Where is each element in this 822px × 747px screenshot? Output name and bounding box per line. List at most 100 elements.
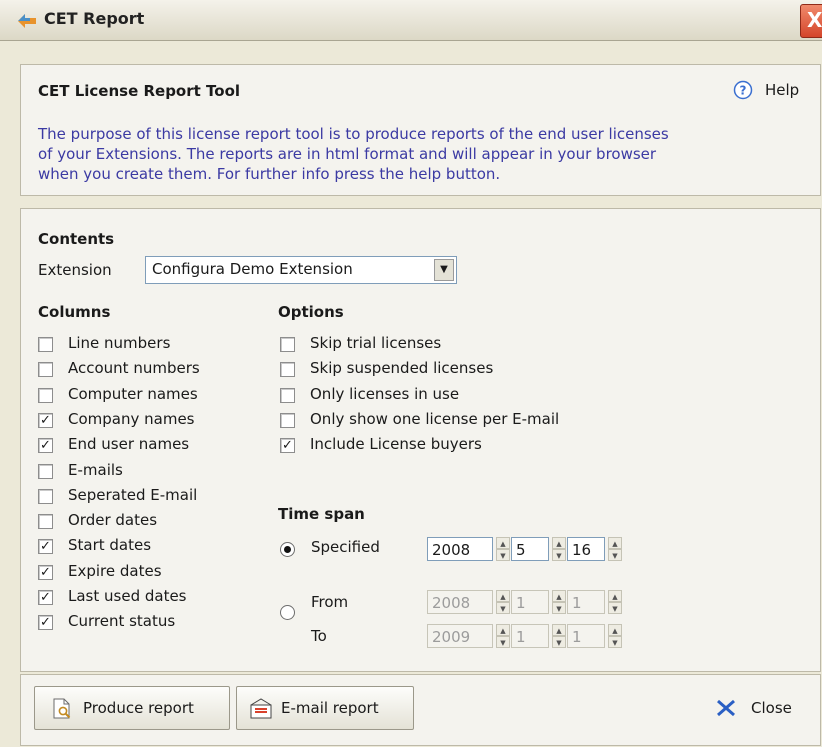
specified-day-spinner[interactable]: ▲ ▼ [608, 537, 622, 561]
column-option-label: Account numbers [68, 359, 200, 378]
svg-text:?: ? [740, 84, 747, 98]
column-option-label: Order dates [68, 511, 158, 530]
column-option-checkbox[interactable] [38, 387, 53, 403]
column-option-checkbox[interactable] [38, 514, 53, 530]
specified-month-field[interactable]: 5 [511, 537, 549, 561]
report-option-checkbox[interactable]: ✓ [280, 438, 295, 454]
email-icon [250, 698, 272, 719]
report-option-checkbox[interactable] [280, 337, 295, 352]
spin-up-icon[interactable]: ▲ [608, 590, 622, 602]
spin-down-icon[interactable]: ▼ [496, 636, 510, 648]
from-day-spinner[interactable]: ▲ ▼ [608, 590, 622, 614]
spin-down-icon[interactable]: ▼ [608, 636, 622, 648]
column-option-checkbox[interactable]: ✓ [38, 539, 53, 555]
spin-down-icon[interactable]: ▼ [552, 636, 566, 648]
title-bar[interactable]: CET Report X [0, 0, 822, 41]
column-option-checkbox[interactable]: ✓ [38, 438, 53, 454]
column-option-label: End user names [68, 435, 190, 454]
spin-up-icon[interactable]: ▲ [608, 537, 622, 549]
spin-down-icon[interactable]: ▼ [608, 602, 622, 614]
report-option-checkbox[interactable] [280, 387, 295, 403]
spin-up-icon[interactable]: ▲ [552, 624, 566, 636]
to-day-field[interactable]: 1 [567, 624, 605, 648]
column-option-label: Line numbers [68, 334, 171, 352]
column-option-label: Company names [68, 409, 195, 428]
from-label: From [311, 593, 349, 611]
specified-year-spinner[interactable]: ▲ ▼ [496, 537, 510, 561]
document-search-icon [53, 698, 71, 719]
spin-up-icon[interactable]: ▲ [496, 624, 510, 636]
spin-up-icon[interactable]: ▲ [496, 590, 510, 602]
column-option-checkbox[interactable] [38, 337, 53, 352]
extension-select[interactable]: Configura Demo Extension ▼ [145, 256, 457, 284]
column-option-checkbox[interactable]: ✓ [38, 564, 53, 580]
contents-heading: Contents [38, 230, 115, 248]
specified-radio[interactable] [280, 542, 295, 557]
description-line: The purpose of this license report tool … [38, 125, 669, 143]
produce-report-label: Produce report [83, 699, 194, 717]
column-option-checkbox[interactable] [38, 362, 53, 378]
column-option-checkbox[interactable]: ✓ [38, 412, 53, 428]
produce-report-button[interactable]: Produce report [34, 686, 230, 730]
spin-up-icon[interactable]: ▲ [552, 537, 566, 549]
extension-label: Extension [38, 261, 112, 279]
to-month-field[interactable]: 1 [511, 624, 549, 648]
spin-up-icon[interactable]: ▲ [552, 590, 566, 602]
help-button[interactable]: ? Help [733, 80, 813, 102]
email-report-label: E-mail report [281, 699, 379, 717]
extension-select-value: Configura Demo Extension [152, 260, 353, 278]
email-report-button[interactable]: E-mail report [236, 686, 414, 730]
report-option-label: Only licenses in use [310, 384, 460, 403]
to-day-spinner[interactable]: ▲ ▼ [608, 624, 622, 648]
spin-down-icon[interactable]: ▼ [496, 549, 510, 561]
window-close-button[interactable]: X [800, 4, 822, 38]
description: The purpose of this license report tool … [38, 124, 813, 184]
report-option-label: Skip suspended licenses [310, 359, 494, 378]
column-option-label: E-mails [68, 460, 123, 479]
columns-heading: Columns [38, 303, 111, 321]
to-month-spinner[interactable]: ▲ ▼ [552, 624, 566, 648]
window-title: CET Report [44, 9, 145, 28]
report-option-label: Include License buyers [310, 435, 482, 454]
column-option-checkbox[interactable] [38, 488, 53, 504]
range-radio[interactable] [280, 605, 295, 620]
options-heading: Options [278, 303, 344, 321]
from-day-field[interactable]: 1 [567, 590, 605, 614]
spin-up-icon[interactable]: ▲ [496, 537, 510, 549]
app-icon [18, 14, 36, 28]
report-option-label: Skip trial licenses [310, 334, 442, 352]
column-option-checkbox[interactable]: ✓ [38, 590, 53, 605]
specified-year-field[interactable]: 2008 [427, 537, 493, 561]
from-month-spinner[interactable]: ▲ ▼ [552, 590, 566, 614]
specified-month-spinner[interactable]: ▲ ▼ [552, 537, 566, 561]
to-year-spinner[interactable]: ▲ ▼ [496, 624, 510, 648]
from-year-spinner[interactable]: ▲ ▼ [496, 590, 510, 614]
column-option-label: Start dates [68, 536, 152, 555]
radio-dot [284, 546, 291, 553]
report-option-checkbox[interactable] [280, 412, 295, 428]
close-button[interactable]: Close [715, 696, 810, 722]
timespan-heading: Time span [278, 505, 365, 523]
column-option-checkbox[interactable]: ✓ [38, 615, 53, 631]
column-option-label: Computer names [68, 384, 198, 403]
help-label: Help [765, 81, 800, 99]
report-option-label: Only show one license per E-mail [310, 409, 560, 428]
description-line: when you create them. For further info p… [38, 165, 501, 183]
help-icon: ? [733, 80, 753, 100]
spin-up-icon[interactable]: ▲ [608, 624, 622, 636]
to-year-field[interactable]: 2009 [427, 624, 493, 648]
close-icon [717, 699, 735, 717]
description-line: of your Extensions. The reports are in h… [38, 145, 657, 163]
specified-day-field[interactable]: 16 [567, 537, 605, 561]
from-month-field[interactable]: 1 [511, 590, 549, 614]
report-option-checkbox[interactable] [280, 362, 295, 378]
spin-down-icon[interactable]: ▼ [552, 602, 566, 614]
chevron-down-icon[interactable]: ▼ [434, 259, 454, 281]
column-option-checkbox[interactable] [38, 463, 53, 479]
column-option-label: Expire dates [68, 561, 162, 580]
spin-down-icon[interactable]: ▼ [496, 602, 510, 614]
spin-down-icon[interactable]: ▼ [608, 549, 622, 561]
spin-down-icon[interactable]: ▼ [552, 549, 566, 561]
column-option-label: Seperated E-mail [68, 485, 198, 504]
from-year-field[interactable]: 2008 [427, 590, 493, 614]
